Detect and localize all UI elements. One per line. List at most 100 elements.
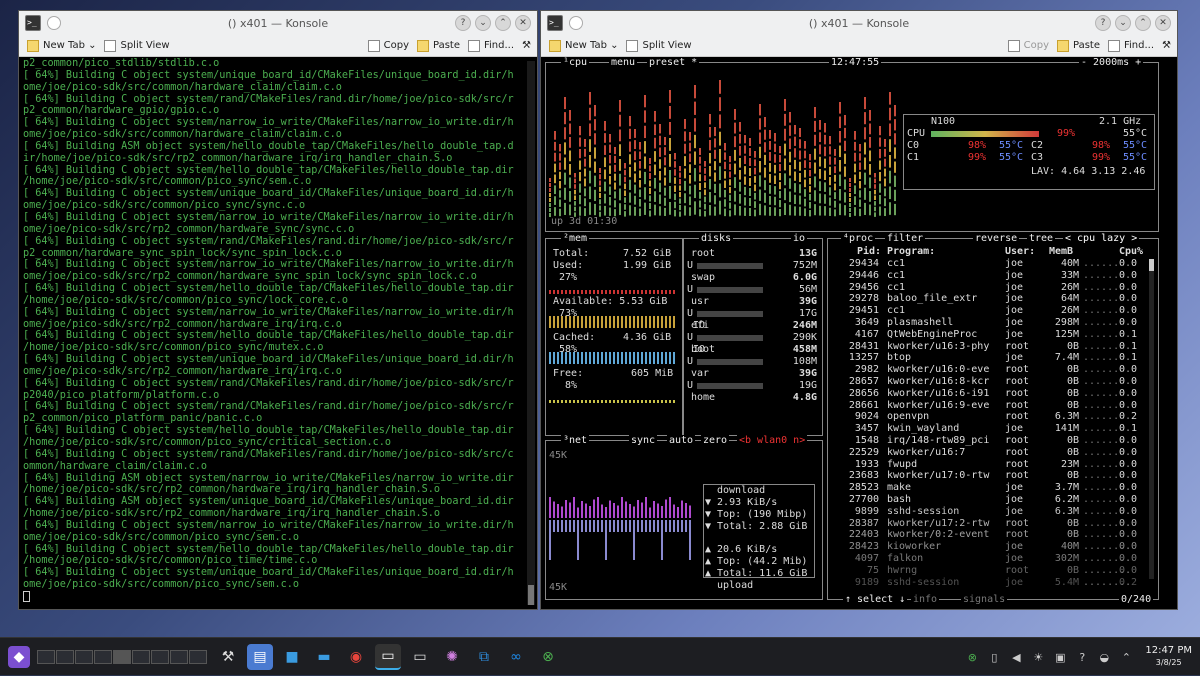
process-user[interactable]: joe <box>1005 541 1023 552</box>
process-program[interactable]: kworker/u17:0-rtw <box>887 470 989 481</box>
process-mem[interactable]: 6.2M <box>1055 494 1079 505</box>
brightness-icon[interactable]: ☀ <box>1031 650 1045 664</box>
process-mem[interactable]: 302M <box>1055 553 1079 564</box>
process-pid[interactable]: 28387 <box>849 518 879 529</box>
maximize-button[interactable]: ⌃ <box>495 15 511 31</box>
process-mem[interactable]: 23M <box>1061 459 1079 470</box>
process-pid[interactable]: 28656 <box>849 388 879 399</box>
process-mem[interactable]: 26M <box>1061 282 1079 293</box>
scrollbar[interactable] <box>527 61 535 605</box>
process-user[interactable]: root <box>1005 447 1029 458</box>
col-program[interactable]: Program: <box>887 246 935 257</box>
process-program[interactable]: irq/148-rtw89_pci <box>887 435 989 446</box>
process-pid[interactable]: 27700 <box>849 494 879 505</box>
desktop-9[interactable] <box>189 650 207 664</box>
col-pid[interactable]: Pid: <box>857 246 881 257</box>
desktop-6[interactable] <box>132 650 150 664</box>
pin-icon[interactable] <box>47 16 61 30</box>
process-mem[interactable]: 6.3M <box>1055 506 1079 517</box>
app-launcher-icon[interactable]: ◆ <box>8 646 30 668</box>
net-auto[interactable]: auto <box>667 435 695 446</box>
process-pid[interactable]: 1933 <box>855 459 879 470</box>
minimize-button[interactable]: ⌄ <box>1115 15 1131 31</box>
process-program[interactable]: bash <box>887 494 911 505</box>
process-program[interactable]: make <box>887 482 911 493</box>
split-view-button[interactable]: Split View <box>626 40 691 52</box>
process-program[interactable]: kworker/u16:3-phy <box>887 341 989 352</box>
terminal-output[interactable]: p2_common/pico_stdlib/stdlib.c.o[ 64%] B… <box>19 58 537 609</box>
desktop-2[interactable] <box>56 650 74 664</box>
footer-select[interactable]: ↑ select ↓ <box>843 594 907 605</box>
process-program[interactable]: cc1 <box>887 305 905 316</box>
process-program[interactable]: baloo_file_extr <box>887 293 977 304</box>
process-mem[interactable]: 64M <box>1061 293 1079 304</box>
process-user[interactable]: root <box>1005 565 1029 576</box>
process-program[interactable]: kworker/u16:8-kcr <box>887 376 989 387</box>
pin-icon[interactable] <box>569 16 583 30</box>
net-zero[interactable]: zero <box>701 435 729 446</box>
menu-icon[interactable]: ⚒ <box>1162 40 1171 51</box>
nextcloud-icon[interactable]: ∞ <box>503 644 529 670</box>
process-pid[interactable]: 13257 <box>849 352 879 363</box>
process-user[interactable]: joe <box>1005 270 1023 281</box>
process-mem[interactable]: 0B <box>1067 435 1079 446</box>
process-user[interactable]: joe <box>1005 282 1023 293</box>
scrollbar-thumb[interactable] <box>528 585 534 605</box>
btop-screen[interactable]: ¹cpu menu preset * 12:47:55 - 2000ms + u… <box>541 58 1177 609</box>
col-mem[interactable]: MemB <box>1049 246 1073 257</box>
process-user[interactable]: joe <box>1005 423 1023 434</box>
process-program[interactable]: sshd-session <box>887 506 959 517</box>
process-pid[interactable]: 29456 <box>849 282 879 293</box>
process-mem[interactable]: 0B <box>1067 470 1079 481</box>
io-label[interactable]: io <box>791 233 807 244</box>
discover-icon[interactable]: ■ <box>279 644 305 670</box>
xmind-icon[interactable]: ⊗ <box>535 644 561 670</box>
process-program[interactable]: plasmashell <box>887 317 953 328</box>
process-user[interactable]: root <box>1005 388 1029 399</box>
disks-label[interactable]: disks <box>699 233 733 244</box>
konsole-taskbar-icon[interactable]: ▭ <box>375 644 401 670</box>
help-icon[interactable]: ? <box>1075 650 1089 664</box>
process-user[interactable]: root <box>1005 518 1029 529</box>
process-user[interactable]: joe <box>1005 494 1023 505</box>
process-pid[interactable]: 9189 <box>855 577 879 588</box>
process-user[interactable]: root <box>1005 529 1029 540</box>
process-program[interactable]: hwrng <box>887 565 917 576</box>
process-mem[interactable]: 0B <box>1067 565 1079 576</box>
chrome-icon[interactable]: ◉ <box>343 644 369 670</box>
process-mem[interactable]: 40M <box>1061 541 1079 552</box>
process-pid[interactable]: 4097 <box>855 553 879 564</box>
process-program[interactable]: QtWebEngineProc <box>887 329 977 340</box>
process-program[interactable]: cc1 <box>887 258 905 269</box>
process-mem[interactable]: 40M <box>1061 258 1079 269</box>
process-user[interactable]: root <box>1005 376 1029 387</box>
process-user[interactable]: joe <box>1005 317 1023 328</box>
help-icon[interactable]: ? <box>1095 15 1111 31</box>
process-mem[interactable]: 298M <box>1055 317 1079 328</box>
process-user[interactable]: root <box>1005 341 1029 352</box>
process-user[interactable]: joe <box>1005 553 1023 564</box>
process-pid[interactable]: 28523 <box>849 482 879 493</box>
copy-button[interactable]: Copy <box>1008 40 1049 52</box>
desktop-5[interactable] <box>113 650 131 664</box>
process-mem[interactable]: 33M <box>1061 270 1079 281</box>
process-pid[interactable]: 29434 <box>849 258 879 269</box>
process-user[interactable]: root <box>1005 470 1029 481</box>
close-button[interactable]: ✕ <box>515 15 531 31</box>
process-pid[interactable]: 4167 <box>855 329 879 340</box>
process-program[interactable]: falkon <box>887 553 923 564</box>
desktop-3[interactable] <box>75 650 93 664</box>
menu-label[interactable]: menu <box>609 57 637 68</box>
process-mem[interactable]: 6.3M <box>1055 411 1079 422</box>
inkscape-icon[interactable]: ✺ <box>439 644 465 670</box>
process-pid[interactable]: 22403 <box>849 529 879 540</box>
desktop-8[interactable] <box>170 650 188 664</box>
process-pid[interactable]: 28423 <box>849 541 879 552</box>
mem-label[interactable]: ²mem <box>561 233 589 244</box>
system-settings-icon[interactable]: ▤ <box>247 644 273 670</box>
process-pid[interactable]: 9024 <box>855 411 879 422</box>
process-user[interactable]: joe <box>1005 329 1023 340</box>
process-program[interactable]: kworker/u16:9-eve <box>887 400 989 411</box>
desktop-1[interactable] <box>37 650 55 664</box>
process-mem[interactable]: 0B <box>1067 376 1079 387</box>
